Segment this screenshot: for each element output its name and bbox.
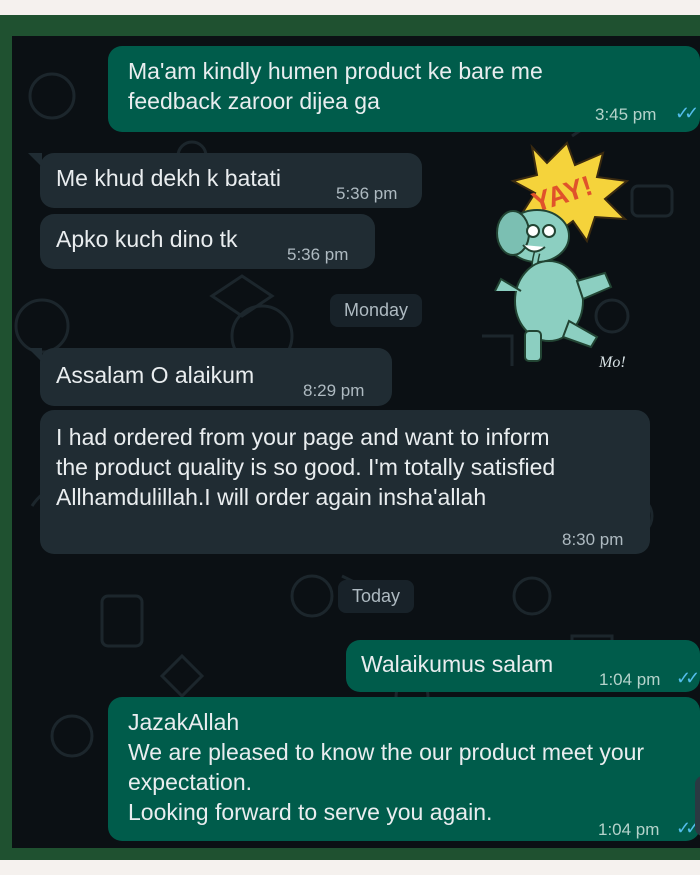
message-time: 3:45 pm xyxy=(595,105,657,124)
message-bubble-outgoing[interactable]: JazakAllah We are pleased to know the ou… xyxy=(108,697,700,841)
message-text: JazakAllah We are pleased to know the ou… xyxy=(128,709,645,825)
message-text: Apko kuch dino tk xyxy=(56,226,238,252)
scroll-down-button[interactable] xyxy=(695,776,700,836)
message-text: Me khud dekh k batati xyxy=(56,165,282,191)
message-text: Ma'am kindly humen product ke bare me fe… xyxy=(128,58,543,114)
message-bubble-incoming[interactable]: I had ordered from your page and want to… xyxy=(40,410,650,554)
bubble-tail xyxy=(28,348,42,362)
message-time: 1:04 pm xyxy=(599,670,661,689)
message-time: 5:36 pm xyxy=(287,245,349,264)
elephant-sticker-icon[interactable]: YAY! Mo! xyxy=(477,141,642,371)
read-ticks-icon: ✓✓ xyxy=(676,818,700,838)
chat-area[interactable]: Ma'am kindly humen product ke bare me fe… xyxy=(12,36,700,848)
message-bubble-incoming[interactable]: Assalam O alaikum 8:29 pm xyxy=(40,348,392,406)
message-time: 8:29 pm xyxy=(303,381,365,400)
message-text: I had ordered from your page and want to… xyxy=(56,424,556,510)
message-time: 8:30 pm xyxy=(562,530,624,549)
message-text: Assalam O alaikum xyxy=(56,362,255,388)
message-text: Walaikumus salam xyxy=(361,651,554,677)
sticker-signature: Mo! xyxy=(598,354,626,371)
read-ticks-icon: ✓✓ xyxy=(675,103,699,123)
bubble-tail xyxy=(28,153,42,167)
message-time: 1:04 pm xyxy=(598,820,660,839)
date-divider-today: Today xyxy=(338,580,415,613)
message-bubble-outgoing[interactable]: Ma'am kindly humen product ke bare me fe… xyxy=(108,46,700,132)
date-divider-monday: Monday xyxy=(330,294,423,327)
message-bubble-incoming[interactable]: Me khud dekh k batati 5:36 pm xyxy=(40,153,422,208)
message-bubble-incoming[interactable]: Apko kuch dino tk 5:36 pm xyxy=(40,214,375,269)
message-time: 5:36 pm xyxy=(336,184,398,203)
read-ticks-icon: ✓✓ xyxy=(676,668,700,688)
message-bubble-outgoing[interactable]: Walaikumus salam 1:04 pm ✓✓ xyxy=(346,640,700,692)
